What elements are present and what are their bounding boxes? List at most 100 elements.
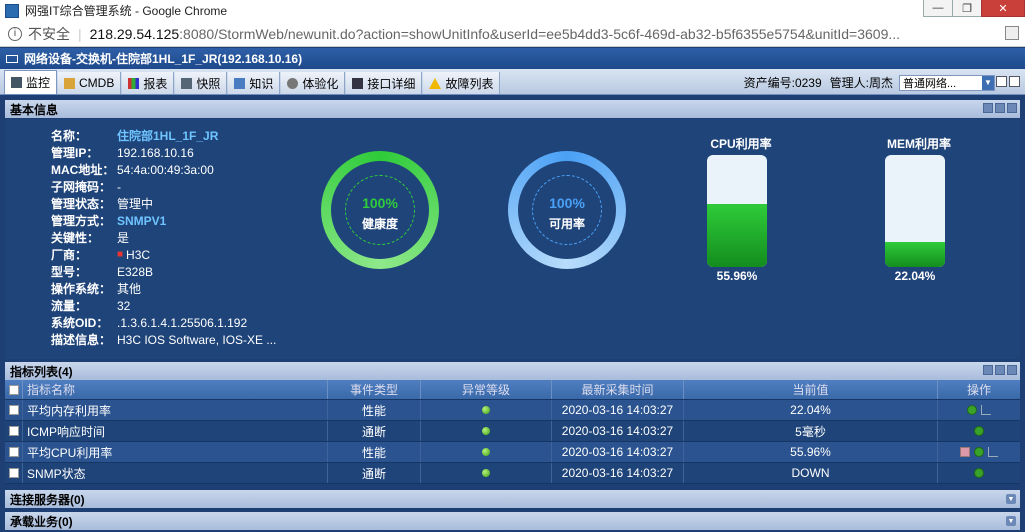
chevron-down-icon[interactable]: ▼ [982,75,994,90]
table-header: 指标名称 事件类型 异常等级 最新采集时间 当前值 操作 [5,380,1020,400]
tab-fault-list[interactable]: 故障列表 [423,72,501,94]
availability-ring: 100% 可用率 [508,151,626,269]
prop-value: E328B [117,264,154,279]
tab-label: 知识 [249,76,274,91]
asset-number: 资产编号:0239 [743,76,822,90]
table-row[interactable]: 平均内存利用率 性能 2020-03-16 14:03:27 22.04% [5,400,1020,421]
refresh-icon[interactable] [1007,365,1017,375]
cpu-fill [707,204,767,267]
up-icon[interactable] [983,103,993,113]
col-header[interactable]: 最新采集时间 [552,380,684,399]
row-checkbox[interactable] [8,468,19,478]
image-icon[interactable] [960,447,970,457]
prop-value-snmp[interactable]: SNMPV1 [117,214,166,228]
tab-report[interactable]: 报表 [122,72,175,94]
hosted-business-title: 承载业务(0) [10,514,73,529]
prop-value: 54:4a:00:49:3a:00 [117,162,214,177]
minimize-button[interactable]: — [923,0,953,17]
metric-name: 平均CPU利用率 [23,442,328,462]
prop-label: 子网掩码： [51,180,112,194]
tab-monitor[interactable]: 监控 [4,70,58,94]
close-button[interactable]: ✕ [981,0,1025,17]
col-header[interactable]: 事件类型 [328,380,421,399]
basic-info-title: 基本信息 [10,102,59,117]
tab-experience[interactable]: 体验化 [281,72,346,94]
report-icon [128,77,140,89]
col-header[interactable]: 异常等级 [421,380,552,399]
connected-servers-header[interactable]: 连接服务器(0) ▼ [5,490,1020,508]
basic-info-panel: 名称： 住院部1HL_1F_JR 管理IP： 192.168.10.16 MAC地址… [5,119,1020,359]
prop-value: .1.3.6.1.4.1.25506.1.192 [117,315,248,330]
metric-name: ICMP响应时间 [23,421,328,441]
current-value: 5毫秒 [684,421,938,441]
row-checkbox[interactable] [8,447,19,457]
basic-info-header: 基本信息 [5,100,1020,118]
search-icon[interactable] [995,365,1005,375]
prop-row: 管理状态： 管理中 [51,195,276,212]
tab-snapshot[interactable]: 快照 [175,72,228,94]
cpu-gauge [707,155,767,267]
check-icon[interactable] [967,405,977,415]
tab-interface-detail[interactable]: 接口详细 [346,72,423,94]
status-dot-icon [482,448,490,456]
table-row[interactable]: ICMP响应时间 通断 2020-03-16 14:03:27 5毫秒 [5,421,1020,442]
mem-title: MEM利用率 [887,137,951,151]
vendor-logo-icon: ■ [117,249,124,260]
prop-label: 系统OID： [51,316,109,330]
url-path[interactable]: :8080/StormWeb/newunit.do?action=showUni… [179,26,900,42]
url-host[interactable]: 218.29.54.125 [90,26,180,42]
connected-servers-title: 连接服务器(0) [10,492,85,507]
knowledge-icon [234,77,246,89]
hosted-business-header[interactable]: 承载业务(0) ▼ [5,512,1020,530]
tab-cmdb[interactable]: CMDB [58,72,122,94]
chevron-down-icon[interactable]: ▼ [1006,494,1016,504]
health-label: 健康度 [361,217,398,231]
event-type: 性能 [328,400,421,420]
prop-value-name[interactable]: 住院部1HL_1F_JR [117,127,218,144]
chevron-down-icon[interactable]: ▼ [1006,516,1016,526]
prop-value: 32 [117,298,131,313]
check-icon[interactable] [974,426,984,436]
col-header[interactable]: 指标名称 [23,380,328,399]
address-bar[interactable]: i 不安全 | 218.29.54.125:8080/StormWeb/newu… [0,21,1025,47]
tab-knowledge[interactable]: 知识 [228,72,281,94]
metrics-title: 指标列表(4) [10,364,73,379]
tab-label: CMDB [79,76,115,90]
interface-icon [352,77,364,89]
refresh-icon[interactable] [1007,103,1017,113]
prop-label: 关键性： [51,231,100,245]
select-all-checkbox[interactable] [8,384,19,395]
network-type-value: 普通网络... [903,77,957,90]
cpu-title: CPU利用率 [710,137,772,151]
prop-row: 管理IP： 192.168.10.16 [51,144,276,161]
table-row[interactable]: 平均CPU利用率 性能 2020-03-16 14:03:27 55.96% [5,442,1020,463]
prop-label: 型号： [51,265,88,279]
up-icon[interactable] [983,365,993,375]
row-checkbox[interactable] [8,405,19,415]
col-header[interactable]: 当前值 [684,380,938,399]
check-icon[interactable] [974,447,984,457]
save-icon[interactable] [996,76,1007,87]
chart-icon[interactable] [981,405,991,415]
network-type-select[interactable]: 普通网络... ▼ [899,74,995,91]
asset-manager: 管理人:周杰 [829,76,893,90]
device-title: 网络设备-交换机-住院部1HL_1F_JR(192.168.10.16) [24,52,303,66]
gear-icon[interactable] [995,103,1005,113]
monitor-icon [11,77,22,88]
prop-value: H3C [126,247,151,262]
metrics-table: 指标名称 事件类型 异常等级 最新采集时间 当前值 操作 平均内存利用率 性能 … [5,380,1020,484]
toolbar-icons [996,76,1020,87]
refresh-icon[interactable] [1009,76,1020,87]
info-icon[interactable]: i [8,26,22,41]
prop-value: 192.168.10.16 [117,145,194,160]
check-icon[interactable] [974,468,984,478]
table-row[interactable]: SNMP状态 通断 2020-03-16 14:03:27 DOWN [5,463,1020,484]
row-checkbox[interactable] [8,426,19,436]
chart-icon[interactable] [988,447,998,457]
insecure-label[interactable]: 不安全 [28,24,70,44]
page-icon[interactable] [1005,26,1019,40]
tab-label: 接口详细 [367,76,416,91]
maximize-button[interactable]: ❐ [952,0,982,17]
tab-label: 报表 [143,76,168,91]
window-title: 网强IT综合管理系统 - Google Chrome [25,4,228,18]
